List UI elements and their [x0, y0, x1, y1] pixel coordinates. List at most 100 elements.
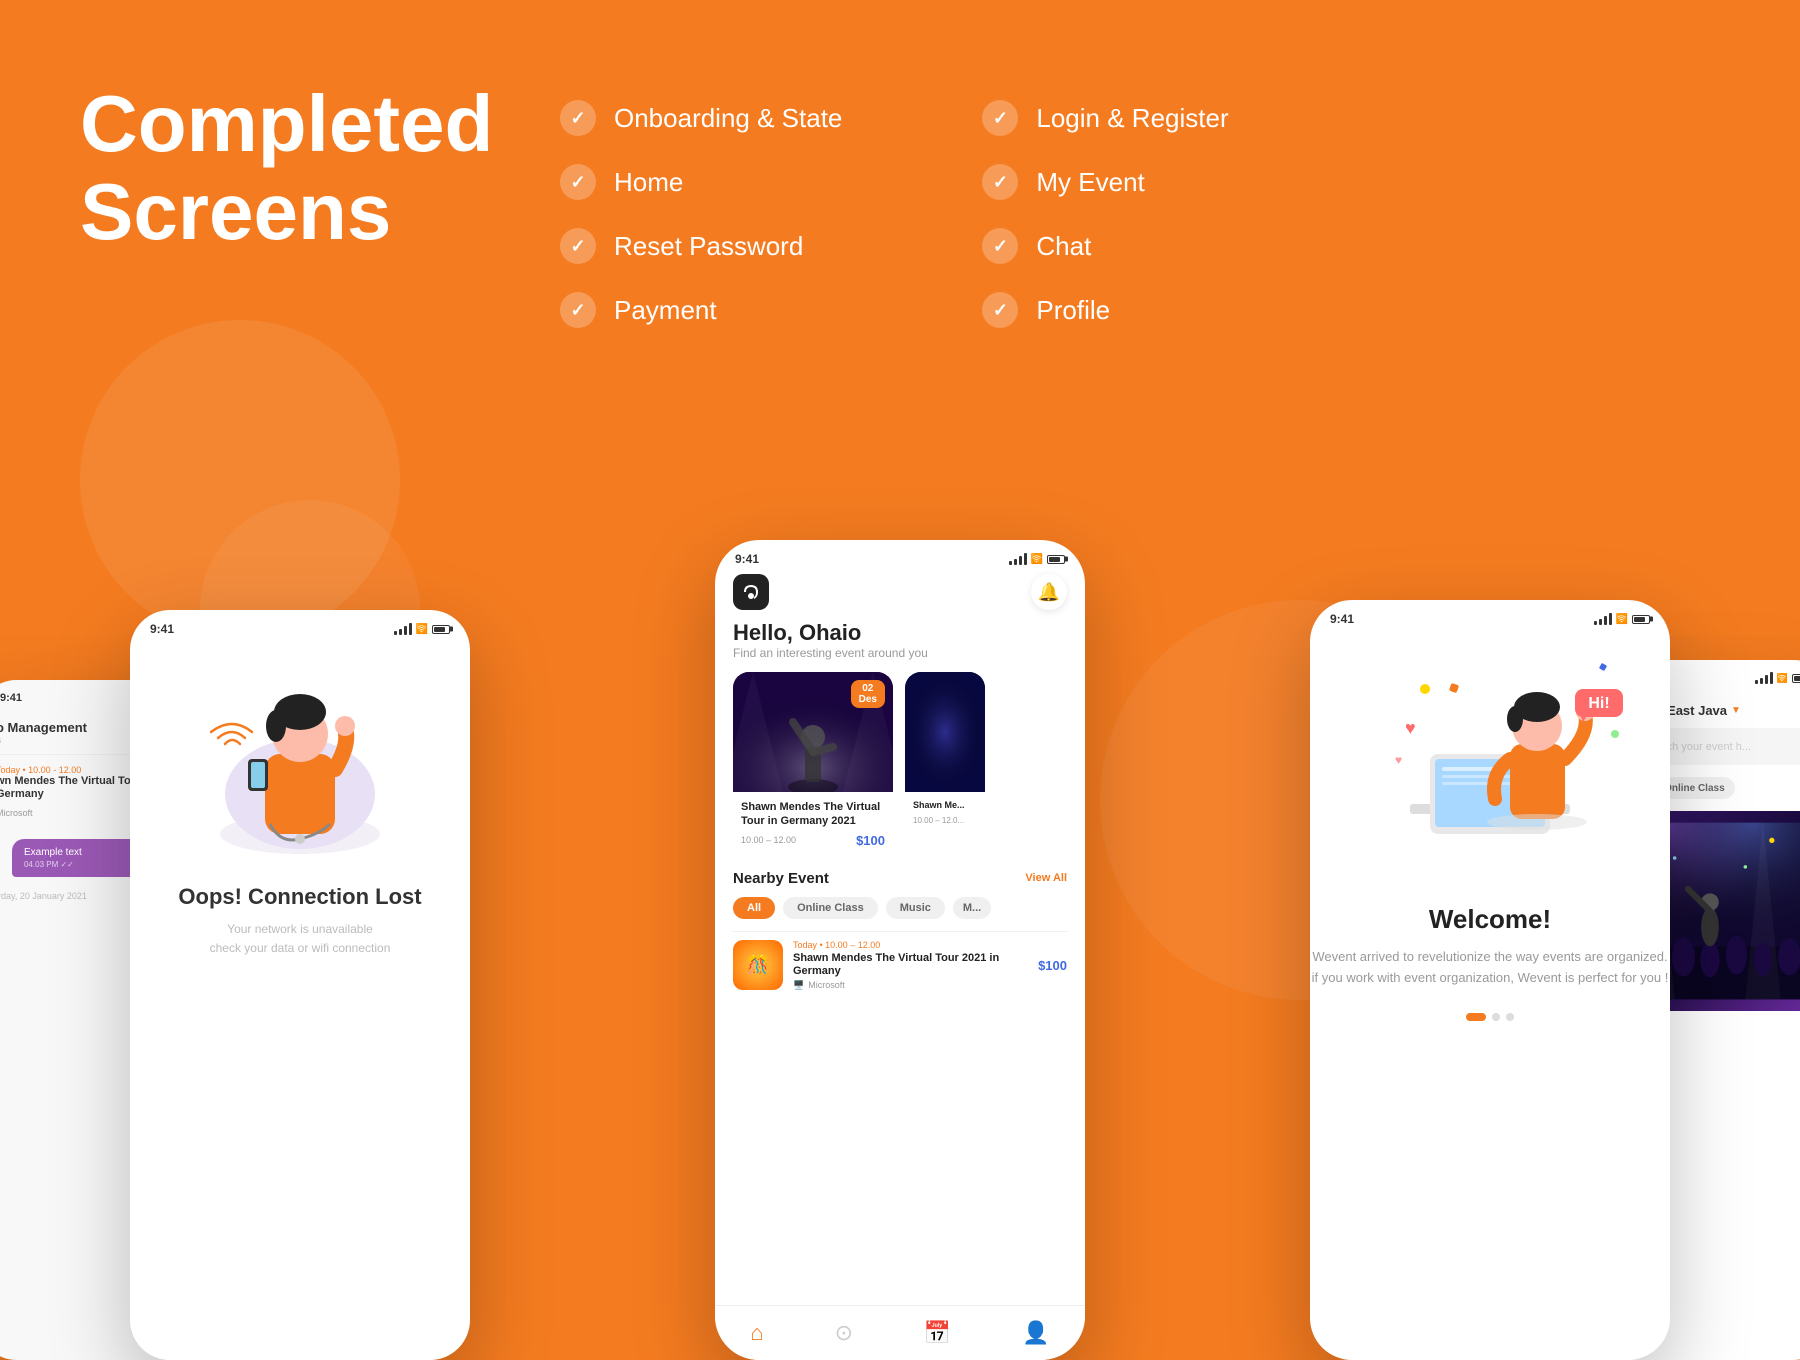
status-icons-3: 🛜 — [1009, 553, 1065, 565]
wifi-icon-4: 🛜 — [1616, 614, 1628, 625]
s3 — [1604, 616, 1607, 625]
nearby-header: Nearby Event View All — [733, 870, 1067, 887]
signal-icon-3 — [1009, 553, 1027, 565]
event-card-shawn-2[interactable]: Shawn Me... 10.00 – 12.0... — [905, 672, 985, 858]
event-card-info-2: Shawn Me... 10.00 – 12.0... — [905, 792, 985, 835]
illustration-svg — [190, 654, 410, 874]
svg-text:♥: ♥ — [1405, 718, 1416, 738]
signal-icon-2 — [394, 623, 412, 635]
phone-connection-lost: 9:41 🛜 — [130, 610, 470, 1360]
welcome-desc: Wevent arrived to revelutionize the way … — [1310, 947, 1670, 989]
phones-container: 9:41 ▲ o Management s ⋮ Today • 10.00 - … — [0, 380, 1800, 1360]
feature-label-home: Home — [614, 167, 683, 198]
thumb-image: 🎊 — [733, 940, 783, 990]
nearby-title: Nearby Event — [733, 870, 829, 887]
status-icons-5: 🛜 — [1755, 672, 1800, 684]
nav-search[interactable]: ⊙ — [835, 1320, 853, 1346]
nearby-event-details: Today • 10.00 – 12.00 Shawn Mendes The V… — [793, 940, 1028, 991]
chat-text: Example text — [24, 847, 140, 858]
nav-profile[interactable]: 👤 — [1022, 1320, 1049, 1346]
header-title-block: Completed Screens — [80, 80, 480, 256]
check-icon — [982, 228, 1018, 264]
welcome-svg: Hi! ♥ ♥ — [1350, 634, 1630, 894]
welcome-illustration: Hi! ♥ ♥ — [1350, 634, 1630, 894]
status-time-3: 9:41 — [735, 552, 759, 566]
feature-myevent: My Event — [982, 164, 1264, 200]
svg-text:Hi!: Hi! — [1588, 695, 1609, 712]
wifi-icon-5: 🛜 — [1777, 673, 1788, 684]
app-logo — [733, 574, 769, 610]
wifi-icon-2: 🛜 — [416, 624, 428, 635]
connection-lost-desc: Your network is unavailable check your d… — [130, 920, 470, 958]
filter-tabs: All Online Class Music M... — [733, 897, 1067, 919]
status-icons-4: 🛜 — [1594, 613, 1650, 625]
phone-welcome: 9:41 🛜 — [1310, 600, 1670, 1360]
nearby-event-org: 🖥️ Microsoft — [793, 980, 1028, 991]
events-horizontal-scroll[interactable]: 02 Des Shawn Mendes The Virtual Tour in … — [715, 672, 1085, 858]
main-title: Completed Screens — [80, 80, 480, 256]
event-name-2: Shawn Me... — [913, 800, 977, 812]
feature-chat: Chat — [982, 228, 1264, 264]
features-grid: Onboarding & State Login & Register Home… — [560, 100, 1265, 328]
feature-label-reset: Reset Password — [614, 231, 803, 262]
notification-button[interactable]: 🔔 — [1031, 574, 1067, 610]
filter-all-tab[interactable]: All — [733, 897, 775, 919]
nearby-event-thumb-1: 🎊 — [733, 940, 783, 990]
dot-3 — [1506, 1013, 1514, 1021]
s4 — [1024, 553, 1027, 565]
connection-lost-title: Oops! Connection Lost — [130, 884, 470, 910]
feature-label-chat: Chat — [1036, 231, 1091, 262]
event-date-badge-1: 02 Des — [851, 680, 885, 708]
event-card-image-2 — [905, 672, 985, 792]
signal-bar-3 — [404, 626, 407, 635]
battery-icon-2 — [432, 625, 450, 634]
logo-svg — [740, 581, 762, 603]
feature-label-myevent: My Event — [1036, 167, 1144, 198]
feature-home: Home — [560, 164, 842, 200]
s4 — [1609, 613, 1612, 625]
concert-svg-2 — [905, 672, 985, 792]
dot-2 — [1492, 1013, 1500, 1021]
page-dots — [1310, 1013, 1670, 1021]
filter-music-tab[interactable]: Music — [886, 897, 945, 919]
battery-icon-4 — [1632, 615, 1650, 624]
view-all-link[interactable]: View All — [1025, 872, 1067, 884]
status-bar-2: 9:41 🛜 — [130, 610, 470, 644]
greeting-sub: Find an interesting event around you — [733, 646, 1067, 660]
nearby-event-name: Shawn Mendes The Virtual Tour 2021 in Ge… — [793, 952, 1028, 978]
event-card-shawn-1[interactable]: 02 Des Shawn Mendes The Virtual Tour in … — [733, 672, 893, 858]
greeting-block: Hello, Ohaio Find an interesting event a… — [715, 620, 1085, 672]
filter-online-tab[interactable]: Online Class — [783, 897, 878, 919]
feature-label-login: Login & Register — [1036, 103, 1228, 134]
s4 — [1770, 672, 1773, 684]
feature-profile: Profile — [982, 292, 1264, 328]
connection-lost-illustration — [190, 654, 410, 874]
check-icon — [560, 292, 596, 328]
battery-icon-5 — [1792, 674, 1800, 683]
nearby-event-date: Today • 10.00 – 12.00 — [793, 940, 1028, 950]
feature-payment: Payment — [560, 292, 842, 328]
signal-icon-5 — [1755, 672, 1773, 684]
status-bar-3: 9:41 🛜 — [715, 540, 1085, 574]
nearby-event-price: $100 — [1038, 958, 1067, 973]
check-icon — [560, 100, 596, 136]
check-icon — [560, 164, 596, 200]
bottom-navigation: ⌂ ⊙ 📅 👤 — [715, 1305, 1085, 1360]
status-icons-2: 🛜 — [394, 623, 450, 635]
nav-calendar[interactable]: 📅 — [924, 1320, 951, 1346]
event-price-1: $100 — [856, 833, 885, 848]
phone3-app-header: 🔔 — [715, 574, 1085, 620]
nearby-event-item-1[interactable]: 🎊 Today • 10.00 – 12.00 Shawn Mendes The… — [733, 931, 1067, 999]
event-time-1: 10.00 – 12.00 — [741, 835, 796, 845]
greeting-hello: Hello, Ohaio — [733, 620, 1067, 646]
check-icon — [982, 164, 1018, 200]
s1 — [1009, 561, 1012, 565]
event-org: Microsoft — [0, 808, 33, 818]
feature-label-profile: Profile — [1036, 295, 1110, 326]
wifi-icon-3: 🛜 — [1031, 554, 1043, 565]
s2 — [1014, 559, 1017, 565]
dot-1 — [1466, 1013, 1486, 1021]
nav-home[interactable]: ⌂ — [750, 1320, 763, 1346]
filter-more-tab[interactable]: M... — [953, 897, 991, 919]
event-card-image-1: 02 Des — [733, 672, 893, 792]
